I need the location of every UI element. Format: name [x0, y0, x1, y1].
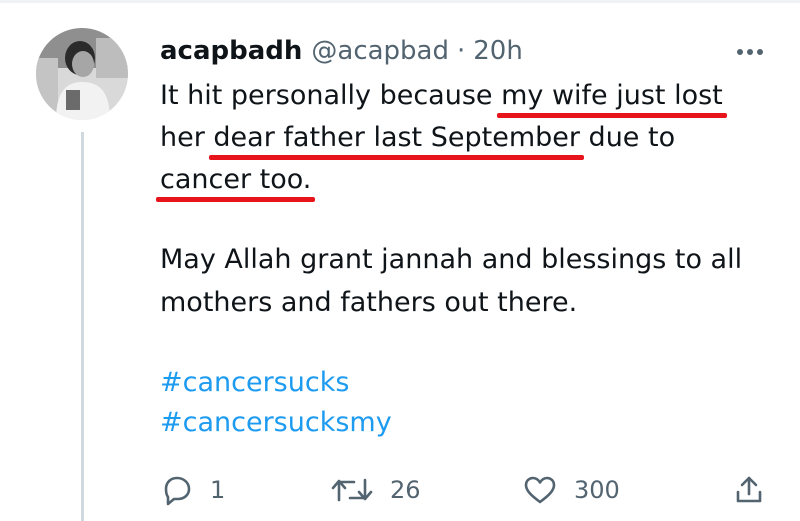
timestamp[interactable]: 20h [473, 36, 523, 66]
avatar[interactable] [36, 28, 128, 120]
share-button[interactable] [733, 472, 765, 508]
retweet-button[interactable]: 26 [330, 472, 421, 508]
reply-count: 1 [210, 476, 226, 504]
underlined-text: dear father last September [209, 116, 584, 160]
thread-line [81, 132, 84, 521]
text-segment: her [160, 122, 214, 153]
more-horizontal-icon [737, 49, 763, 55]
retweet-icon [331, 478, 373, 502]
reply-icon [164, 476, 191, 506]
separator-dot: · [457, 36, 466, 66]
tweet-text-line-2: her dear father last September due to [160, 116, 675, 160]
share-icon [736, 476, 762, 503]
tweet-header: acapbadh @acapbad · 20h [160, 34, 523, 68]
author-name[interactable]: acapbadh [160, 36, 302, 66]
heart-icon [524, 476, 556, 504]
text-segment: due to [579, 122, 676, 153]
author-handle[interactable]: @acapbad [311, 36, 449, 66]
tweet-text-line-4: May Allah grant jannah and blessings to … [160, 244, 743, 275]
underlined-text: my wife just lost [497, 74, 727, 118]
tweet-text-line-5: mothers and fathers out there. [160, 287, 578, 318]
tweet-text-line-1: It hit personally because my wife just l… [160, 74, 727, 118]
like-count: 300 [574, 476, 620, 504]
tweet-text-line-3: cancer too. [155, 158, 316, 202]
top-divider [0, 0, 800, 3]
more-options-button[interactable] [730, 40, 770, 64]
reply-button[interactable]: 1 [160, 472, 225, 508]
hashtag-link[interactable]: #cancersucks [160, 363, 349, 403]
hashtag-link[interactable]: #cancersucksmy [160, 403, 392, 443]
text-segment: It hit personally because [160, 80, 502, 111]
like-button[interactable]: 300 [522, 472, 620, 508]
underlined-text: cancer too. [155, 158, 316, 202]
retweet-count: 26 [390, 476, 421, 504]
avatar-photo [36, 28, 128, 120]
